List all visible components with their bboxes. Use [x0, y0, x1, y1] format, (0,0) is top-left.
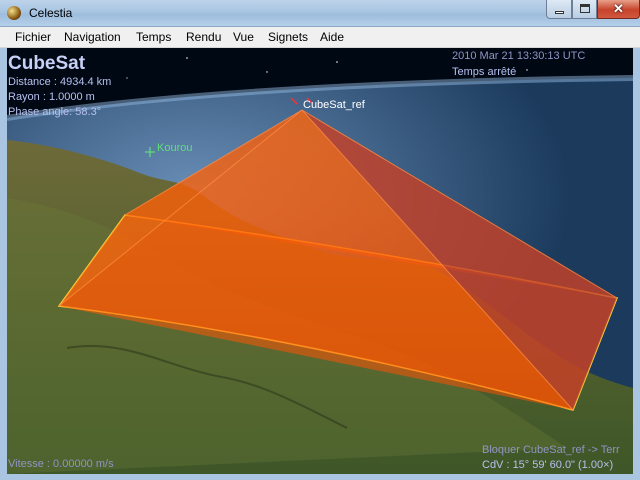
speed-readout: Vitesse : 0.00000 m/s — [8, 458, 114, 470]
time-status: Temps arrêté — [452, 66, 517, 78]
menu-vue[interactable]: Vue — [233, 30, 254, 44]
celestia-app-icon[interactable] — [7, 6, 21, 20]
menu-navigation[interactable]: Navigation — [64, 30, 121, 44]
menu-temps[interactable]: Temps — [136, 30, 171, 44]
satellite-label[interactable]: CubeSat_ref — [303, 99, 365, 111]
kourou-label[interactable]: Kourou — [157, 142, 192, 154]
render-viewport[interactable]: CubeSat Distance : 4934.4 km Rayon : 1.0… — [7, 48, 633, 474]
phase-angle-readout: Phase angle: 58.3° — [8, 106, 102, 118]
maximize-button[interactable] — [572, 0, 597, 19]
close-icon: ✕ — [613, 1, 624, 16]
close-button[interactable]: ✕ — [597, 0, 640, 19]
menu-fichier[interactable]: Fichier — [15, 30, 51, 44]
window-frame-left — [0, 48, 7, 480]
radius-readout: Rayon : 1.0000 m — [8, 91, 95, 103]
menu-rendu[interactable]: Rendu — [186, 30, 221, 44]
menu-bar: Fichier Navigation Temps Rendu Vue Signe… — [0, 27, 640, 48]
window-title: Celestia — [29, 6, 73, 20]
simulation-datetime: 2010 Mar 21 13:30:13 UTC — [452, 50, 586, 62]
minimize-button[interactable] — [546, 0, 572, 19]
window-frame-bottom — [0, 474, 640, 480]
lock-status: Bloquer CubeSat_ref -> Terr — [482, 444, 620, 456]
menu-signets[interactable]: Signets — [268, 30, 308, 44]
minimize-icon — [555, 11, 564, 14]
field-of-view-readout: CdV : 15° 59' 60.0" (1.00×) — [482, 459, 614, 471]
distance-readout: Distance : 4934.4 km — [8, 76, 112, 88]
maximize-icon — [580, 4, 590, 13]
menu-aide[interactable]: Aide — [320, 30, 344, 44]
selected-object-name: CubeSat — [8, 53, 86, 74]
title-bar[interactable]: Celestia ✕ — [0, 0, 640, 27]
window-frame-right — [633, 48, 640, 480]
